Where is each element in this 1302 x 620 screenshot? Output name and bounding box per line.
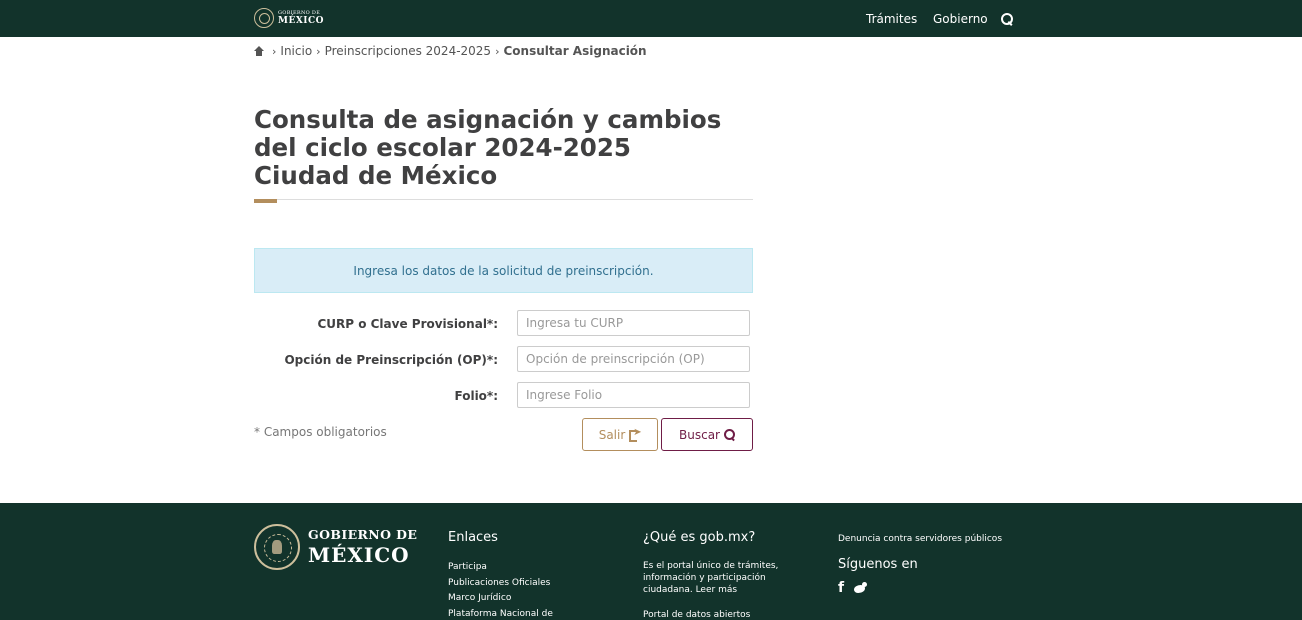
folio-label: Folio*: [454, 388, 499, 403]
op-input[interactable] [517, 346, 750, 372]
list-item: Marco Jurídico [448, 591, 618, 607]
page-title-line1: Consulta de asignación y cambios [254, 105, 722, 134]
social-links: f [838, 580, 1038, 596]
gobierno-wordmark: GOBIERNO DE MÉXICO [278, 9, 325, 26]
footer-enlaces: Enlaces Participa Publicaciones Oficiale… [448, 530, 618, 620]
nav-tramites-link[interactable]: Trámites [866, 12, 917, 26]
footer-logo-line1: GOBIERNO DE [308, 527, 418, 543]
top-navbar: GOBIERNO DE MÉXICO Trámites Gobierno [0, 0, 1302, 37]
page-title-line3: Ciudad de México [254, 161, 498, 190]
footer-siguenos: Síguenos en [838, 557, 918, 572]
footer-enlaces-heading: Enlaces [448, 530, 498, 545]
info-alert: Ingresa los datos de la solicitud de pre… [254, 248, 753, 293]
footer-link-plataforma[interactable]: Plataforma Nacional de [448, 609, 553, 619]
home-icon[interactable] [254, 46, 264, 56]
site-footer: GOBIERNO DE MÉXICO Enlaces Participa Pub… [0, 503, 1302, 620]
buscar-button[interactable]: Buscar [661, 418, 753, 451]
op-label: Opción de Preinscripción (OP)*: [284, 352, 498, 367]
footer-link-participa[interactable]: Participa [448, 562, 487, 572]
curp-input[interactable] [517, 310, 750, 336]
footer-que-es-heading: ¿Qué es gob.mx? [643, 530, 756, 545]
list-item: Publicaciones Oficiales [448, 576, 618, 592]
chevron-right-icon: › [272, 44, 277, 58]
footer-wordmark: GOBIERNO DE MÉXICO [308, 529, 417, 565]
page-title: Consulta de asignación y cambios del cic… [254, 106, 754, 190]
info-alert-text: Ingresa los datos de la solicitud de pre… [353, 263, 654, 278]
curp-label: CURP o Clave Provisional*: [317, 316, 498, 331]
breadcrumb-current: Consultar Asignación [503, 44, 647, 58]
gobierno-logo-link[interactable]: GOBIERNO DE MÉXICO [254, 7, 324, 29]
footer-leer-mas-link[interactable]: Leer más [696, 585, 737, 595]
footer-link-marco-juridico[interactable]: Marco Jurídico [448, 593, 511, 603]
chevron-right-icon: › [316, 44, 321, 58]
breadcrumb: › Inicio › Preinscripciones 2024-2025 › … [254, 43, 647, 59]
list-item: Participa [448, 560, 618, 576]
folio-input[interactable] [517, 382, 750, 408]
footer-denuncia-link[interactable]: Denuncia contra servidores públicos [838, 534, 1038, 544]
chevron-right-icon: › [495, 44, 500, 58]
footer-logo: GOBIERNO DE MÉXICO [254, 524, 417, 570]
footer-logo-line2: MÉXICO [308, 542, 410, 567]
footer-que-es-text: Es el portal único de trámites, informac… [643, 560, 793, 596]
national-seal-icon [254, 524, 300, 570]
nav-gobierno-link[interactable]: Gobierno [933, 12, 988, 26]
sign-out-icon [629, 427, 642, 442]
footer-portal-datos-link[interactable]: Portal de datos abiertos [643, 610, 813, 620]
search-icon [723, 429, 735, 440]
nav-tramites: Trámites [866, 0, 917, 37]
twitter-icon[interactable] [852, 582, 868, 594]
required-fields-note: * Campos obligatorios [254, 425, 387, 439]
logo-line2: MÉXICO [278, 15, 325, 26]
page-title-line2: del ciclo escolar 2024-2025 [254, 133, 631, 162]
salir-button[interactable]: Salir [582, 418, 658, 451]
logo-line1: GOBIERNO DE [278, 9, 321, 16]
search-icon[interactable] [1001, 12, 1013, 25]
form-row-curp: CURP o Clave Provisional*: [254, 310, 753, 337]
breadcrumb-item-inicio[interactable]: Inicio [280, 44, 312, 58]
national-seal-icon [254, 8, 274, 28]
facebook-icon[interactable]: f [838, 580, 844, 596]
list-item: Plataforma Nacional de [448, 607, 618, 620]
form-row-folio: Folio*: [254, 382, 753, 409]
footer-enlaces-list: Participa Publicaciones Oficiales Marco … [448, 560, 618, 620]
buscar-button-label: Buscar [679, 427, 720, 442]
footer-que-es: ¿Qué es gob.mx? Es el portal único de tr… [643, 530, 813, 620]
nav-search[interactable] [1001, 0, 1013, 37]
breadcrumb-item-preinscripciones[interactable]: Preinscripciones 2024-2025 [325, 44, 492, 58]
title-divider [254, 199, 753, 200]
footer-link-publicaciones[interactable]: Publicaciones Oficiales [448, 578, 550, 588]
footer-denuncia: Denuncia contra servidores públicos Sígu… [838, 530, 1038, 596]
salir-button-label: Salir [598, 427, 626, 442]
form-row-op: Opción de Preinscripción (OP)*: [254, 346, 753, 373]
title-accent-bar [254, 199, 277, 203]
nav-gobierno: Gobierno [933, 0, 988, 37]
